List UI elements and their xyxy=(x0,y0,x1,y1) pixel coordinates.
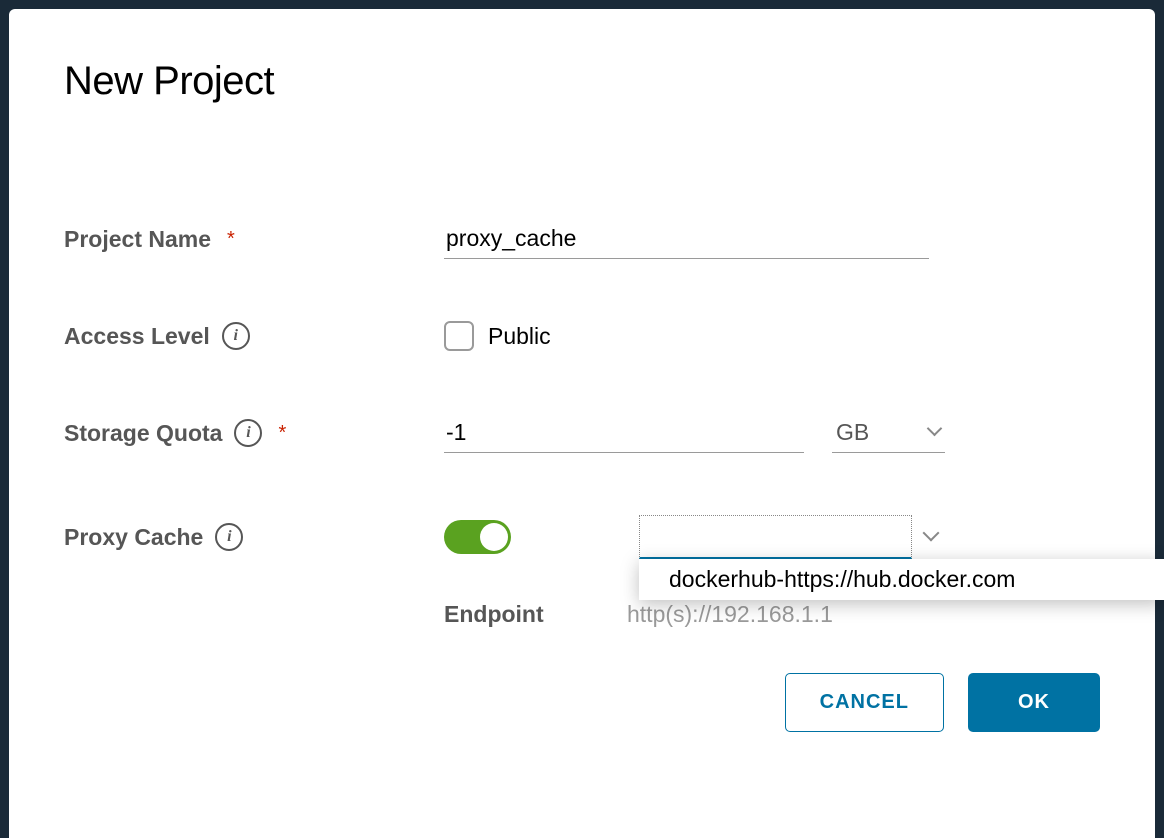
chevron-down-icon xyxy=(922,527,940,545)
proxy-cache-label-col: Proxy Cache i xyxy=(64,523,444,551)
storage-quota-input[interactable] xyxy=(444,413,804,453)
endpoint-row: Endpoint http(s)://192.168.1.1 xyxy=(64,601,1100,628)
proxy-cache-toggle[interactable] xyxy=(444,520,511,554)
storage-unit-select[interactable]: GB xyxy=(832,413,945,453)
proxy-cache-label: Proxy Cache xyxy=(64,524,203,551)
toggle-knob xyxy=(480,523,508,551)
public-checkbox-label: Public xyxy=(488,323,551,350)
storage-quota-row: Storage Quota i * GB xyxy=(64,413,1100,453)
project-name-row: Project Name * xyxy=(64,219,1100,259)
storage-quota-label-col: Storage Quota i * xyxy=(64,419,444,447)
storage-quota-label: Storage Quota xyxy=(64,420,222,447)
endpoint-placeholder: http(s)://192.168.1.1 xyxy=(627,601,833,628)
public-checkbox[interactable] xyxy=(444,321,474,351)
project-name-input[interactable] xyxy=(444,219,929,259)
access-level-input-col: Public xyxy=(444,321,1100,351)
ok-button[interactable]: OK xyxy=(968,673,1100,732)
endpoint-label: Endpoint xyxy=(444,601,599,628)
required-asterisk: * xyxy=(278,422,286,445)
access-level-row: Access Level i Public xyxy=(64,321,1100,351)
info-icon[interactable]: i xyxy=(215,523,243,551)
access-level-label: Access Level xyxy=(64,323,210,350)
endpoint-input-col: Endpoint http(s)://192.168.1.1 xyxy=(444,601,1100,628)
required-asterisk: * xyxy=(227,228,235,251)
project-name-label-col: Project Name * xyxy=(64,226,444,253)
storage-unit-value: GB xyxy=(836,419,869,446)
proxy-cache-row: Proxy Cache i dockerhub-https://hub.dock… xyxy=(64,515,1100,559)
new-project-modal: New Project Project Name * Access Level … xyxy=(9,9,1155,838)
project-name-input-col xyxy=(444,219,1100,259)
chevron-down-icon xyxy=(927,423,941,437)
proxy-cache-input-col: dockerhub-https://hub.docker.com xyxy=(444,515,1100,559)
storage-quota-input-col: GB xyxy=(444,413,1100,453)
registry-select[interactable] xyxy=(639,515,912,559)
public-checkbox-wrap: Public xyxy=(444,321,551,351)
registry-option-dockerhub[interactable]: dockerhub-https://hub.docker.com xyxy=(639,559,1164,600)
project-name-label: Project Name xyxy=(64,226,211,253)
modal-title: New Project xyxy=(64,59,1100,104)
cancel-button[interactable]: CANCEL xyxy=(785,673,944,732)
registry-select-wrap: dockerhub-https://hub.docker.com xyxy=(639,515,912,559)
info-icon[interactable]: i xyxy=(234,419,262,447)
access-level-label-col: Access Level i xyxy=(64,322,444,350)
info-icon[interactable]: i xyxy=(222,322,250,350)
registry-dropdown-list: dockerhub-https://hub.docker.com xyxy=(639,559,1164,600)
button-row: CANCEL OK xyxy=(64,673,1100,732)
